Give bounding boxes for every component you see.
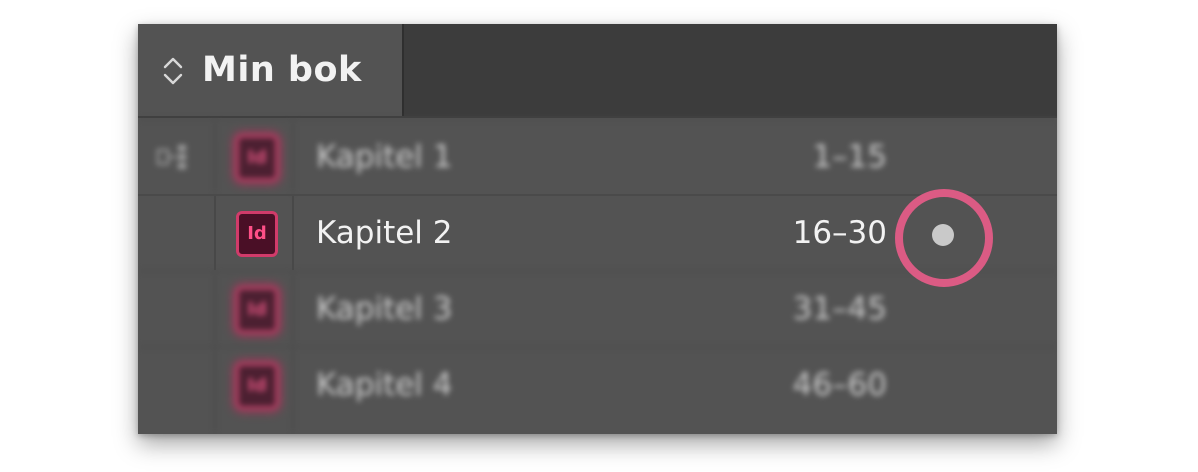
document-icon-label: Id [247, 223, 267, 244]
document-page-range: 46–60 [792, 367, 887, 403]
panel-title: Min bok [202, 50, 362, 90]
tab-min-bok[interactable]: Min bok [138, 24, 404, 116]
column-separator [214, 196, 216, 270]
document-name: Kapitel 2 [316, 215, 453, 251]
column-separator [292, 272, 294, 346]
document-name: Kapitel 3 [316, 291, 453, 327]
document-row-1[interactable]: Id Kapitel 1 1–15 [138, 118, 1057, 194]
document-page-range: 1–15 [812, 139, 887, 175]
book-panel: Min bok Id Kapitel 1 1–15 Id Kapitel 2 1… [138, 24, 1057, 434]
document-name: Kapitel 4 [316, 367, 453, 403]
document-row-4[interactable]: Id Kapitel 4 46–60 [138, 346, 1057, 434]
panel-tab-bar: Min bok [138, 24, 1057, 116]
column-separator [214, 120, 216, 194]
document-page-range: 31–45 [792, 291, 887, 327]
document-row-3[interactable]: Id Kapitel 3 31–45 [138, 270, 1057, 346]
document-name: Kapitel 1 [316, 139, 453, 175]
column-separator [292, 348, 294, 434]
highlight-ring [895, 189, 993, 287]
indesign-document-icon: Id [236, 211, 278, 257]
document-icon-label: Id [247, 147, 267, 168]
style-source-icon[interactable] [154, 142, 192, 174]
column-separator [292, 120, 294, 194]
column-separator [292, 196, 294, 270]
document-icon-label: Id [247, 375, 267, 396]
indesign-document-icon: Id [236, 135, 278, 181]
column-separator [214, 272, 216, 346]
indesign-document-icon: Id [236, 287, 278, 333]
chevron-up-down-icon[interactable] [162, 54, 184, 88]
document-icon-label: Id [247, 299, 267, 320]
column-separator [214, 348, 216, 434]
indesign-document-icon: Id [236, 363, 278, 409]
document-page-range: 16–30 [792, 215, 887, 251]
